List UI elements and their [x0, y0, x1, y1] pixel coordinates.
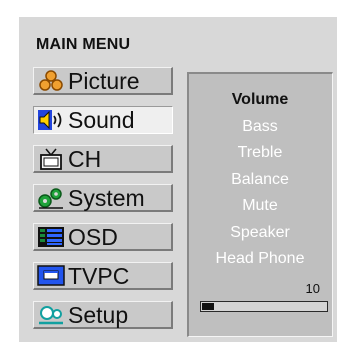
osd-icon — [36, 225, 66, 249]
volume-level-fill — [202, 303, 214, 310]
sound-submenu: Volume Bass Treble Balance Mute Speaker … — [187, 72, 333, 337]
menu-item-label: System — [68, 184, 145, 211]
tv-antenna-icon — [36, 147, 66, 171]
menu-item-label: CH — [68, 145, 102, 172]
submenu-item-mute[interactable]: Mute — [189, 197, 331, 215]
submenu-item-speaker[interactable]: Speaker — [189, 224, 331, 242]
menu-item-tvpc[interactable]: TVPC — [33, 262, 173, 290]
setup-icon — [36, 303, 66, 327]
submenu-item-head-phone[interactable]: Head Phone — [189, 250, 331, 268]
gears-icon — [36, 186, 66, 210]
monitor-icon — [36, 264, 66, 288]
picture-icon — [36, 69, 66, 93]
menu-item-setup[interactable]: Setup — [33, 301, 173, 329]
menu-item-label: TVPC — [68, 262, 130, 289]
submenu-item-balance[interactable]: Balance — [189, 171, 331, 189]
menu-item-ch[interactable]: CH — [33, 145, 173, 173]
menu-item-sound[interactable]: Sound — [33, 106, 173, 134]
menu-title: MAIN MENU — [36, 36, 131, 53]
osd-panel: MAIN MENU Picture Sound CH System OSD TV… — [19, 17, 337, 342]
menu-item-system[interactable]: System — [33, 184, 173, 212]
menu-item-label: Picture — [68, 67, 140, 94]
menu-item-label: Setup — [68, 301, 129, 328]
menu-item-label: OSD — [68, 223, 118, 250]
speaker-icon — [36, 108, 66, 132]
volume-slider[interactable] — [200, 301, 328, 312]
submenu-item-volume[interactable]: Volume — [189, 91, 331, 109]
submenu-item-bass[interactable]: Bass — [189, 118, 331, 136]
volume-value: 10 — [305, 281, 320, 296]
menu-item-osd[interactable]: OSD — [33, 223, 173, 251]
menu-item-picture[interactable]: Picture — [33, 67, 173, 95]
submenu-item-treble[interactable]: Treble — [189, 144, 331, 162]
menu-item-label: Sound — [68, 107, 135, 133]
